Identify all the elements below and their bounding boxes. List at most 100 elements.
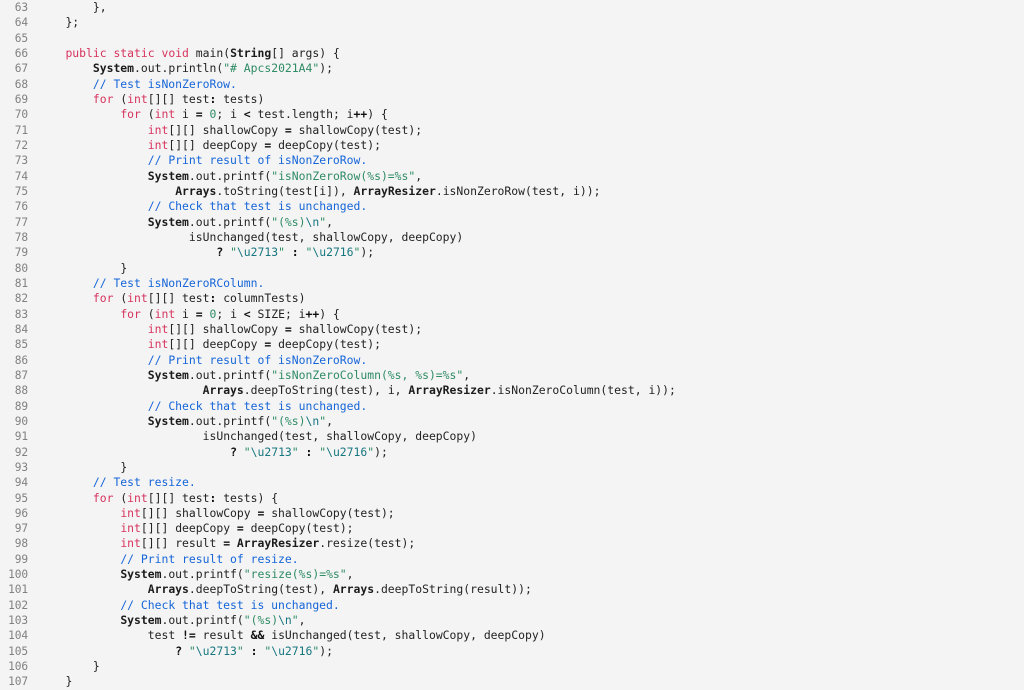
- code-line-content[interactable]: Arrays.deepToString(test), i, ArrayResiz…: [28, 383, 676, 398]
- punctuation-token: [86, 644, 93, 658]
- code-line-content[interactable]: System.out.printf("isNonZeroColumn(%s, %…: [28, 368, 470, 383]
- code-line[interactable]: 94 // Test resize.: [0, 475, 1024, 490]
- code-line[interactable]: 72 int[][] deepCopy = deepCopy(test);: [0, 138, 1024, 153]
- code-line-content[interactable]: // Test isNonZeroRColumn.: [28, 276, 264, 291]
- code-line[interactable]: 103 System.out.printf("(%s)\n",: [0, 613, 1024, 628]
- code-line[interactable]: 64 };: [0, 15, 1024, 30]
- code-line[interactable]: 63 },: [0, 0, 1024, 15]
- operator-token: =: [195, 107, 203, 122]
- code-line-content[interactable]: Arrays.toString(test[i]), ArrayResizer.i…: [28, 184, 600, 199]
- code-line[interactable]: 68 // Test isNonZeroRow.: [0, 77, 1024, 92]
- code-line[interactable]: 98 int[][] result = ArrayResizer.resize(…: [0, 536, 1024, 551]
- punctuation-token: [141, 307, 148, 321]
- code-line[interactable]: 88 Arrays.deepToString(test), i, ArrayRe…: [0, 383, 1024, 398]
- code-line-content[interactable]: System.out.printf("isNonZeroRow(%s)=%s",: [28, 169, 422, 184]
- code-line[interactable]: 82 for (int[][] test: columnTests): [0, 291, 1024, 306]
- code-line-content[interactable]: System.out.printf("(%s)\n",: [28, 613, 305, 628]
- code-line-content[interactable]: // Check that test is unchanged.: [28, 598, 339, 613]
- code-line-content[interactable]: // Print result of isNonZeroRow.: [28, 153, 367, 168]
- code-line[interactable]: 77 System.out.printf("(%s)\n",: [0, 215, 1024, 230]
- code-line[interactable]: 76 // Check that test is unchanged.: [0, 199, 1024, 214]
- code-line-content[interactable]: ? "\u2713" : "\u2716");: [28, 644, 333, 659]
- code-line-content[interactable]: ? "\u2713" : "\u2716");: [28, 245, 374, 260]
- code-line-content[interactable]: for (int[][] test: tests) {: [28, 491, 278, 506]
- code-line[interactable]: 90 System.out.printf("(%s)\n",: [0, 414, 1024, 429]
- code-line-content[interactable]: // Print result of isNonZeroRow.: [28, 353, 367, 368]
- code-line-content[interactable]: ? "\u2713" : "\u2716");: [28, 445, 388, 460]
- punctuation-token: [244, 628, 251, 642]
- code-line-content[interactable]: }: [28, 674, 72, 689]
- code-line[interactable]: 87 System.out.printf("isNonZeroColumn(%s…: [0, 368, 1024, 383]
- code-line-content[interactable]: int[][] deepCopy = deepCopy(test);: [28, 138, 381, 153]
- code-line-content[interactable]: }: [28, 261, 127, 276]
- code-line-content[interactable]: int[][] shallowCopy = shallowCopy(test);: [28, 123, 422, 138]
- punctuation-token: ;: [524, 582, 532, 597]
- code-line[interactable]: 67 System.out.println("# Apcs2021A4");: [0, 61, 1024, 76]
- code-line[interactable]: 96 int[][] shallowCopy = shallowCopy(tes…: [0, 506, 1024, 521]
- code-line[interactable]: 93 }: [0, 460, 1024, 475]
- code-line[interactable]: 95 for (int[][] test: tests) {: [0, 491, 1024, 506]
- punctuation-token: [141, 215, 148, 229]
- code-line-content[interactable]: for (int i = 0; i < test.length; i++) {: [28, 107, 388, 122]
- code-line[interactable]: 86 // Print result of isNonZeroRow.: [0, 353, 1024, 368]
- code-editor[interactable]: 63 }, 64 }; 65 66 public static void main(S…: [0, 0, 1024, 688]
- code-line[interactable]: 101 Arrays.deepToString(test), Arrays.de…: [0, 582, 1024, 597]
- code-line[interactable]: 89 // Check that test is unchanged.: [0, 399, 1024, 414]
- code-line-content[interactable]: isUnchanged(test, shallowCopy, deepCopy): [28, 230, 463, 245]
- code-line[interactable]: 85 int[][] deepCopy = deepCopy(test);: [0, 337, 1024, 352]
- code-line[interactable]: 107 }: [0, 674, 1024, 689]
- punctuation-token: [79, 77, 86, 91]
- code-line[interactable]: 105 ? "\u2713" : "\u2716");: [0, 644, 1024, 659]
- code-line-content[interactable]: for (int[][] test: columnTests): [28, 291, 306, 306]
- code-line-content[interactable]: },: [28, 0, 107, 15]
- code-line-content[interactable]: for (int i = 0; i < SIZE; i++) {: [28, 307, 340, 322]
- code-line[interactable]: 92 ? "\u2713" : "\u2716");: [0, 445, 1024, 460]
- code-line-content[interactable]: // Check that test is unchanged.: [28, 399, 367, 414]
- code-line-content[interactable]: public static void main(String[] args) {: [28, 46, 339, 61]
- code-line[interactable]: 100 System.out.printf("resize(%s)=%s",: [0, 567, 1024, 582]
- code-line[interactable]: 65: [0, 31, 1024, 46]
- code-line[interactable]: 74 System.out.printf("isNonZeroRow(%s)=%…: [0, 169, 1024, 184]
- code-line[interactable]: 84 int[][] shallowCopy = shallowCopy(tes…: [0, 322, 1024, 337]
- code-line-content[interactable]: System.out.printf("(%s)\n",: [28, 215, 333, 230]
- code-line[interactable]: 66 public static void main(String[] args…: [0, 46, 1024, 61]
- code-line-content[interactable]: // Print result of resize.: [28, 552, 298, 567]
- code-line-content[interactable]: int[][] deepCopy = deepCopy(test);: [28, 521, 353, 536]
- code-line-content[interactable]: // Test resize.: [28, 475, 196, 490]
- code-line[interactable]: 104 test != result && isUnchanged(test, …: [0, 628, 1024, 643]
- code-line-content[interactable]: System.out.println("# Apcs2021A4");: [28, 61, 333, 76]
- code-line-content[interactable]: };: [28, 15, 79, 30]
- code-line[interactable]: 83 for (int i = 0; i < SIZE; i++) {: [0, 307, 1024, 322]
- code-line-content[interactable]: int[][] shallowCopy = shallowCopy(test);: [28, 322, 422, 337]
- code-line-content[interactable]: test != result && isUnchanged(test, shal…: [28, 628, 546, 643]
- code-line-content[interactable]: System.out.printf("resize(%s)=%s",: [28, 567, 353, 582]
- code-line[interactable]: 75 Arrays.toString(test[i]), ArrayResize…: [0, 184, 1024, 199]
- code-line-content[interactable]: // Test isNonZeroRow.: [28, 77, 237, 92]
- code-line-content[interactable]: int[][] shallowCopy = shallowCopy(test);: [28, 506, 394, 521]
- code-line-content[interactable]: int[][] result = ArrayResizer.resize(tes…: [28, 536, 415, 551]
- punctuation-token: [134, 368, 141, 382]
- code-line-content[interactable]: int[][] deepCopy = deepCopy(test);: [28, 337, 381, 352]
- code-line[interactable]: 91 isUnchanged(test, shallowCopy, deepCo…: [0, 429, 1024, 444]
- code-line[interactable]: 102 // Check that test is unchanged.: [0, 598, 1024, 613]
- code-line[interactable]: 99 // Print result of resize.: [0, 552, 1024, 567]
- code-line[interactable]: 80 }: [0, 261, 1024, 276]
- code-line-content[interactable]: }: [28, 460, 127, 475]
- code-line-content[interactable]: Arrays.deepToString(test), Arrays.deepTo…: [28, 582, 532, 597]
- code-line[interactable]: 78 isUnchanged(test, shallowCopy, deepCo…: [0, 230, 1024, 245]
- punctuation-token: [127, 414, 134, 428]
- code-line[interactable]: 73 // Print result of isNonZeroRow.: [0, 153, 1024, 168]
- code-line-content[interactable]: // Check that test is unchanged.: [28, 199, 367, 214]
- code-line-content[interactable]: }: [28, 659, 100, 674]
- code-line[interactable]: 70 for (int i = 0; i < test.length; i++)…: [0, 107, 1024, 122]
- code-line[interactable]: 97 int[][] deepCopy = deepCopy(test);: [0, 521, 1024, 536]
- code-lines-container[interactable]: 63 }, 64 }; 65 66 public static void main(S…: [0, 0, 1024, 688]
- code-line-content[interactable]: System.out.printf("(%s)\n",: [28, 414, 333, 429]
- code-line[interactable]: 71 int[][] shallowCopy = shallowCopy(tes…: [0, 123, 1024, 138]
- code-line[interactable]: 69 for (int[][] test: tests): [0, 92, 1024, 107]
- code-line[interactable]: 79 ? "\u2713" : "\u2716");: [0, 245, 1024, 260]
- code-line-content[interactable]: for (int[][] test: tests): [28, 92, 264, 107]
- code-line-content[interactable]: isUnchanged(test, shallowCopy, deepCopy): [28, 429, 477, 444]
- code-line[interactable]: 81 // Test isNonZeroRColumn.: [0, 276, 1024, 291]
- code-line[interactable]: 106 }: [0, 659, 1024, 674]
